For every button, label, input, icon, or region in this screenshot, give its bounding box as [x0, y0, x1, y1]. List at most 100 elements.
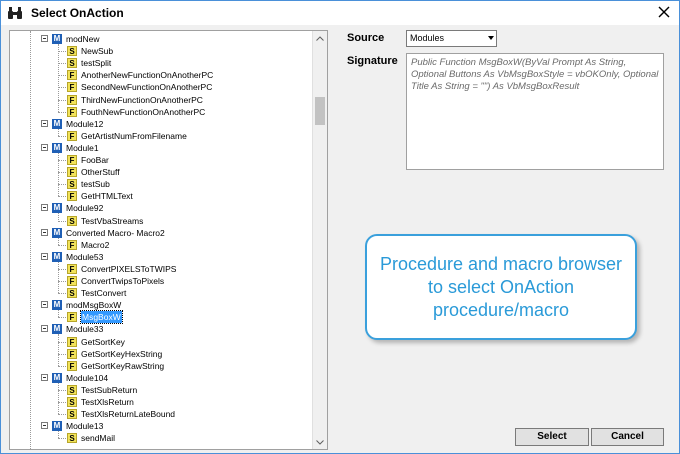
tree-procedure-node[interactable]: F OtherStuff [10, 166, 310, 178]
tree-connector [58, 184, 66, 186]
tree-procedure-node[interactable]: F SecondNewFunctionOnAnotherPC [10, 81, 310, 93]
tree-procedure-node[interactable]: F GetSortKeyHexString [10, 348, 310, 360]
tree-module-node[interactable]: M Module12 [10, 118, 310, 130]
tree-module-node[interactable]: M Converted Macro- Macro2 [10, 227, 310, 239]
tree-procedure-node[interactable]: F ConvertTwipsToPixels [10, 275, 310, 287]
tree-node-label: modNew [66, 34, 100, 44]
tree-procedure-node[interactable]: StestSplit [10, 57, 310, 69]
tree-procedure-node[interactable]: F ConvertPIXELSToTWIPS [10, 263, 310, 275]
tree-connector [58, 389, 66, 391]
module-icon: M [52, 227, 62, 238]
tree-procedure-node[interactable]: S NewSub [10, 45, 310, 57]
tree-module-node[interactable]: M Module104 [10, 372, 310, 384]
collapse-toggle-icon[interactable] [41, 325, 48, 333]
module-icon: M [52, 372, 62, 383]
tree-procedure-node[interactable]: F GetSortKey [10, 336, 310, 348]
collapse-toggle-icon[interactable] [41, 204, 48, 212]
sub-icon: S [67, 409, 77, 420]
tree-node-label: Module1 [66, 142, 99, 153]
collapse-toggle-icon[interactable] [41, 228, 48, 236]
tree-connector [58, 87, 66, 89]
tree-connector [58, 438, 66, 440]
tree-node-label: testSub [81, 179, 110, 190]
tree-procedure-node[interactable]: F FouthNewFunctionOnAnotherPC [10, 106, 310, 118]
tree-node-label: TestXlsReturn [81, 397, 134, 407]
sub-icon: S [67, 46, 77, 57]
scroll-thumb[interactable] [315, 97, 325, 125]
tree-node-label: MsgBoxW [80, 310, 123, 325]
signature-textbox[interactable]: Public Function MsgBoxW(ByVal Prompt As … [406, 53, 664, 170]
tree-procedure-node[interactable]: F AnotherNewFunctionOnAnotherPC [10, 69, 310, 81]
tree-content: MmodNew S NewSub StestSplit F AnotherNewFunct… [10, 31, 313, 449]
collapse-toggle-icon[interactable] [41, 119, 48, 127]
module-icon: M [52, 118, 62, 129]
tree-connector [58, 431, 59, 439]
collapse-toggle-icon[interactable] [41, 35, 48, 42]
tree-connector [58, 244, 66, 246]
tree-procedure-node[interactable]: StestSub [10, 178, 310, 190]
select-button[interactable]: Select [515, 428, 589, 446]
module-icon: M [52, 34, 62, 44]
tree-connector [58, 341, 66, 343]
collapse-toggle-icon[interactable] [41, 252, 48, 260]
function-icon: F [67, 239, 77, 250]
tree-connector [58, 310, 59, 318]
module-icon: M [52, 251, 62, 262]
tree-module-node[interactable]: M Module92 [10, 202, 310, 214]
tree-module-node[interactable]: MmodNew [10, 33, 310, 45]
close-icon [658, 6, 670, 21]
tree-module-node[interactable]: MmodMsgBoxW [10, 299, 310, 311]
collapse-toggle-icon[interactable] [41, 143, 48, 151]
tree-connector [58, 213, 59, 221]
module-icon: M [52, 142, 62, 153]
tree-procedure-node[interactable]: SsendMail [10, 432, 310, 444]
binoculars-icon [7, 6, 23, 20]
function-icon: F [67, 167, 77, 178]
scroll-down-arrow[interactable] [313, 435, 327, 449]
module-icon: M [52, 324, 62, 335]
tree-connector [58, 353, 66, 355]
tree-procedure-node[interactable]: S TestVbaStreams [10, 215, 310, 227]
tree-node-label: AnotherNewFunctionOnAnotherPC [81, 70, 214, 81]
tree-scrollbar[interactable] [312, 31, 327, 449]
tree-connector [58, 99, 66, 101]
tree-module-node[interactable]: M Module13 [10, 420, 310, 432]
function-icon: F [67, 155, 77, 165]
collapse-toggle-icon[interactable] [41, 301, 48, 309]
tree-procedure-node[interactable]: F Macro2 [10, 239, 310, 251]
tree-connector [58, 152, 59, 197]
tree-module-node[interactable]: M Module1 [10, 142, 310, 154]
tree-module-node[interactable]: M Module53 [10, 251, 310, 263]
tree-procedure-node[interactable]: F FooBar [10, 154, 310, 166]
function-icon: F [67, 276, 77, 286]
source-label: Source [347, 32, 385, 44]
tree-procedure-node[interactable]: F ThirdNewFunctionOnAnotherPC [10, 94, 310, 106]
tree-module-node[interactable]: M Module33 [10, 323, 310, 335]
tree-procedure-node[interactable]: F GetArtistNumFromFilename [10, 130, 310, 142]
tree-node-label: testSplit [81, 58, 112, 69]
procedure-tree[interactable]: MmodNew S NewSub StestSplit F AnotherNewFunct… [9, 30, 328, 450]
tree-node-label: Module104 [66, 372, 109, 383]
tree-connector [58, 268, 66, 270]
tree-node-label: NewSub [81, 46, 114, 57]
scroll-up-arrow[interactable] [313, 31, 327, 45]
tree-node-label: ConvertTwipsToPixels [81, 276, 165, 286]
tree-connector [58, 317, 66, 319]
close-button[interactable] [649, 1, 679, 25]
cancel-button[interactable]: Cancel [591, 428, 664, 446]
collapse-toggle-icon[interactable] [41, 422, 48, 430]
tree-procedure-node[interactable]: F MsgBoxW [10, 310, 310, 325]
function-icon: F [67, 70, 77, 81]
signature-text: Public Function MsgBoxW(ByVal Prompt As … [411, 57, 659, 92]
source-dropdown[interactable]: Modules [406, 30, 497, 47]
tree-procedure-node[interactable]: F GetHTMLText [10, 190, 310, 202]
tree-procedure-node[interactable]: S TestXlsReturn [10, 396, 310, 408]
tree-connector [58, 414, 66, 416]
tree-procedure-node[interactable]: S TestXlsReturnLateBound [10, 408, 310, 420]
tree-procedure-node[interactable]: S TestConvert [10, 287, 310, 299]
tree-procedure-node[interactable]: S TestSubReturn [10, 384, 310, 396]
tree-procedure-node[interactable]: F GetSortKeyRawString [10, 360, 310, 372]
collapse-toggle-icon[interactable] [41, 373, 48, 381]
tree-connector [58, 172, 66, 174]
tree-node-label: Module92 [66, 203, 104, 214]
